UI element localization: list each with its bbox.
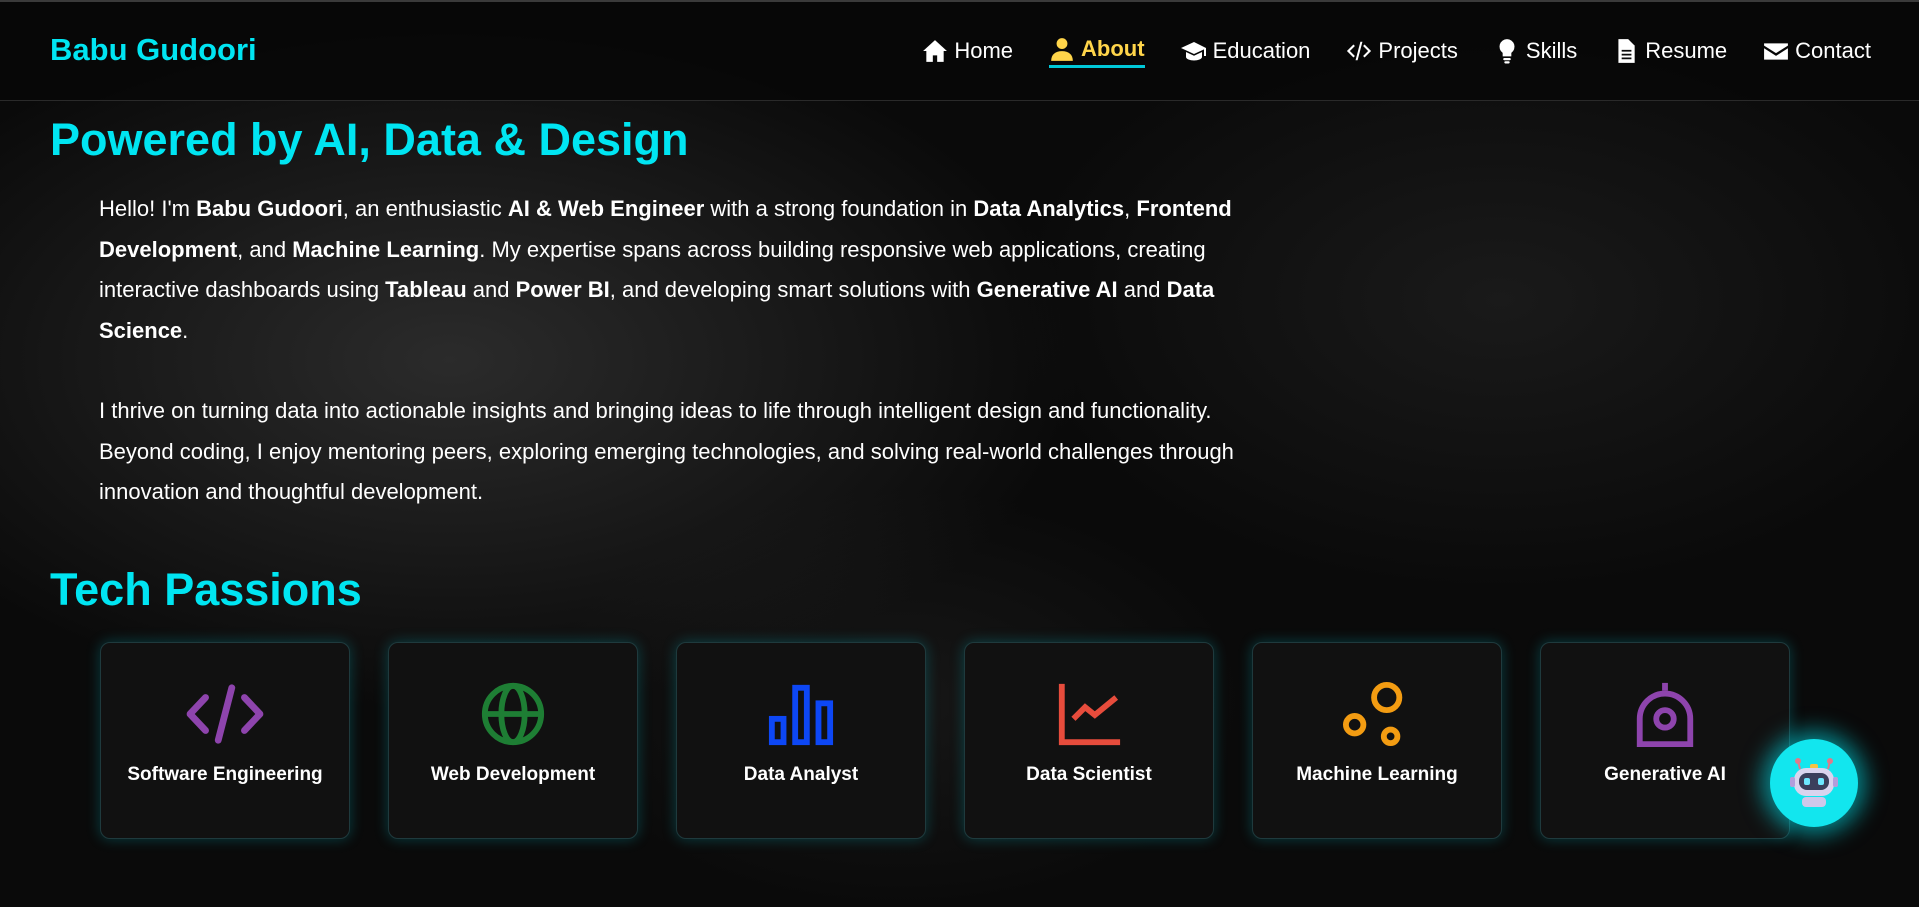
nav-home[interactable]: Home [922, 38, 1013, 67]
bubbles-icon [1343, 681, 1403, 747]
card-web-development[interactable]: Web Development [388, 642, 638, 839]
about-paragraph-1: Hello! I'm Babu Gudoori, an enthusiastic… [99, 196, 1232, 343]
robot-dome-icon [1636, 682, 1694, 748]
card-generative-ai[interactable]: Generative AI [1540, 642, 1790, 839]
nav-skills-label: Skills [1525, 37, 1578, 63]
nav-contact-label: Contact [1795, 37, 1871, 63]
tech-passions-title: Tech Passions [50, 564, 362, 615]
nav-menu: Home About Education Projects Skills Res… [922, 36, 1871, 68]
nav-education[interactable]: Education [1180, 37, 1311, 67]
brand-logo[interactable]: Babu Gudoori [50, 32, 257, 68]
code-icon [1347, 41, 1372, 60]
nav-projects[interactable]: Projects [1346, 37, 1458, 67]
card-label: Machine Learning [1296, 764, 1458, 785]
nav-about-label: About [1081, 36, 1145, 61]
user-icon [1051, 38, 1073, 61]
card-data-scientist[interactable]: Data Scientist [964, 642, 1214, 839]
nav-home-label: Home [954, 37, 1014, 63]
code-icon [186, 684, 264, 744]
nav-education-label: Education [1212, 37, 1311, 63]
about-title: Powered by AI, Data & Design [50, 114, 689, 165]
nav-contact[interactable]: Contact [1763, 38, 1871, 67]
nav-about[interactable]: About [1049, 36, 1145, 68]
bar-chart-icon [768, 684, 834, 746]
envelope-icon [1764, 42, 1789, 60]
card-machine-learning[interactable]: Machine Learning [1252, 642, 1502, 839]
about-paragraph-2: I thrive on turning data into actionable… [99, 398, 1234, 504]
nav-resume-label: Resume [1645, 37, 1728, 63]
card-label: Data Analyst [743, 764, 859, 785]
card-label: Data Scientist [1026, 764, 1152, 785]
graduation-cap-icon [1180, 41, 1206, 60]
card-label: Generative AI [1604, 764, 1726, 785]
tech-cards: Software Engineering Web Development Dat… [100, 642, 1790, 839]
navbar: Babu Gudoori Home About Education Projec… [0, 0, 1919, 101]
lightbulb-icon [1499, 38, 1515, 63]
card-label: Web Development [430, 764, 596, 785]
card-label: Software Engineering [127, 764, 323, 785]
about-text: Hello! I'm Babu Gudoori, an enthusiastic… [99, 189, 1289, 513]
home-icon [923, 39, 948, 62]
card-software-engineering[interactable]: Software Engineering [100, 642, 350, 839]
chatbot-button[interactable] [1770, 739, 1858, 827]
nav-projects-label: Projects [1378, 37, 1458, 63]
nav-skills[interactable]: Skills [1494, 38, 1577, 67]
globe-icon [481, 682, 545, 746]
nav-resume[interactable]: Resume [1613, 38, 1727, 67]
file-icon [1618, 38, 1635, 63]
line-chart-icon [1058, 683, 1121, 746]
robot-icon [1790, 758, 1838, 807]
card-data-analyst[interactable]: Data Analyst [676, 642, 926, 839]
